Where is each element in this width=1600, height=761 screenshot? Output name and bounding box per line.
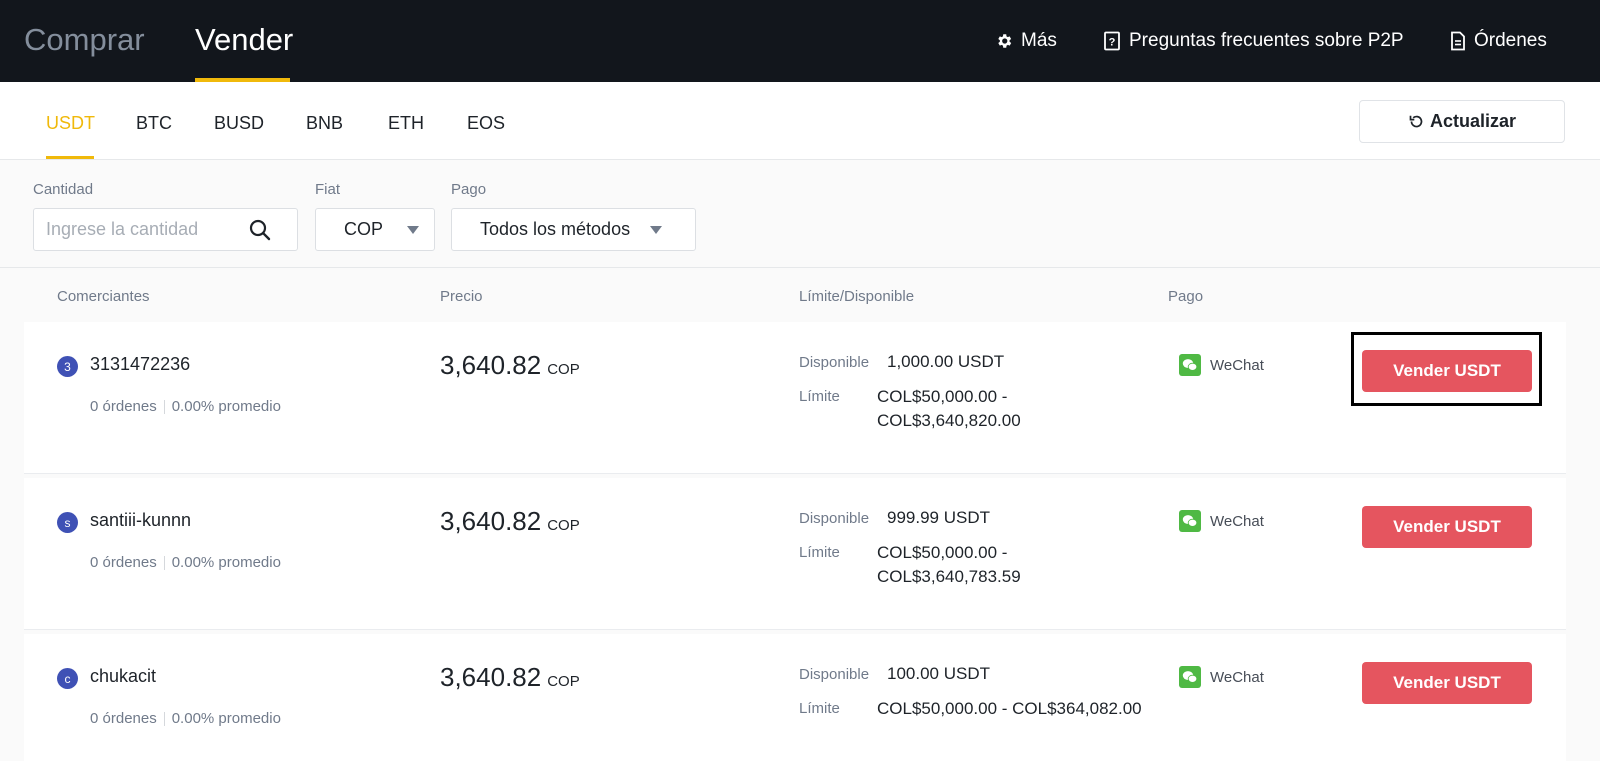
gear-icon <box>998 34 1012 48</box>
faq-link[interactable]: ? Preguntas frecuentes sobre P2P <box>1103 29 1404 53</box>
limit-label: Límite <box>799 388 840 405</box>
fiat-select[interactable]: COP <box>315 208 435 251</box>
table-row: 3 3131472236 0 órdenes 0.00% promedio 3,… <box>24 322 1566 474</box>
search-icon[interactable] <box>248 218 272 242</box>
payment-method: WeChat <box>1179 666 1264 688</box>
tab-usdt[interactable]: USDT <box>46 112 95 134</box>
limit-label: Límite <box>799 700 840 717</box>
fiat-value: COP <box>344 219 384 239</box>
document-icon <box>1451 31 1465 51</box>
price: 3,640.82 COP <box>440 350 580 381</box>
divider <box>163 711 165 726</box>
top-navbar: Comprar Vender Más ? Preguntas frecuente… <box>0 0 1600 82</box>
refresh-button[interactable]: Actualizar <box>1359 100 1565 143</box>
price-currency: COP <box>547 361 580 378</box>
header-payment: Pago <box>1168 288 1204 305</box>
faq-icon: ? <box>1104 31 1120 51</box>
avatar: c <box>57 668 78 689</box>
orders-label: Órdenes <box>1474 30 1547 51</box>
payment-method-label: WeChat <box>1210 356 1264 374</box>
price-value: 3,640.82 <box>440 506 542 536</box>
limit-line-2: COL$3,640,820.00 <box>877 411 1021 430</box>
available-value: 1,000.00 USDT <box>887 352 1005 371</box>
refresh-label: Actualizar <box>1429 111 1517 131</box>
header-limit: Límite/Disponible <box>799 288 915 305</box>
amount-field <box>33 208 298 251</box>
sell-usdt-button[interactable]: Vender USDT <box>1362 350 1532 392</box>
price-value: 3,640.82 <box>440 350 542 380</box>
price-currency: COP <box>547 517 580 534</box>
price: 3,640.82 COP <box>440 506 580 537</box>
available-label: Disponible <box>799 354 870 371</box>
price-currency: COP <box>547 673 580 690</box>
chevron-down-icon <box>407 225 420 234</box>
payment-method-label: WeChat <box>1210 668 1264 686</box>
payment-method-label: WeChat <box>1210 512 1264 530</box>
payment-filter-label: Pago <box>451 181 487 198</box>
svg-text:?: ? <box>1109 37 1116 49</box>
merchant-name[interactable]: chukacit <box>90 666 156 687</box>
sell-usdt-button[interactable]: Vender USDT <box>1362 662 1532 704</box>
tab-bnb[interactable]: BNB <box>306 112 343 134</box>
payment-select[interactable]: Todos los métodos <box>451 208 696 251</box>
faq-label: Preguntas frecuentes sobre P2P <box>1129 30 1404 51</box>
available-value: 999.99 USDT <box>887 508 990 527</box>
refresh-icon <box>1409 115 1423 127</box>
payment-filter-value: Todos los métodos <box>480 219 631 239</box>
tab-btc[interactable]: BTC <box>136 112 172 134</box>
price-value: 3,640.82 <box>440 662 542 692</box>
header-merchants: Comerciantes <box>57 288 150 305</box>
payment-method: WeChat <box>1179 354 1264 376</box>
active-tab-indicator <box>46 156 94 159</box>
merchant-stats: 0 órdenes 0.00% promedio <box>90 398 281 415</box>
wechat-icon <box>1179 354 1201 376</box>
limit-line-1: COL$50,000.00 - <box>877 387 1008 406</box>
table-row: c chukacit 0 órdenes 0.00% promedio 3,64… <box>24 634 1566 761</box>
chevron-down-icon <box>650 225 663 234</box>
limit-label: Límite <box>799 544 840 561</box>
table-header: Comerciantes Precio Límite/Disponible Pa… <box>0 268 1600 322</box>
price: 3,640.82 COP <box>440 662 580 693</box>
available-value: 100.00 USDT <box>887 664 990 683</box>
payment-method: WeChat <box>1179 510 1264 532</box>
available-label: Disponible <box>799 666 870 683</box>
more-label: Más <box>1021 30 1057 51</box>
amount-label: Cantidad <box>33 181 94 198</box>
completion-rate: 0.00% promedio <box>171 398 281 415</box>
wechat-icon <box>1179 510 1201 532</box>
avatar: 3 <box>57 356 78 377</box>
available-label: Disponible <box>799 510 870 527</box>
order-count: 0 órdenes <box>90 554 157 571</box>
header-price: Precio <box>440 288 483 305</box>
table-row: s santiii-kunnn 0 órdenes 0.00% promedio… <box>24 478 1566 630</box>
merchant-name[interactable]: santiii-kunnn <box>90 510 191 531</box>
sell-tab[interactable]: Vender <box>195 22 293 58</box>
filters-bar: Cantidad Fiat COP Pago Todos los métodos <box>0 161 1600 268</box>
limit-line-2: COL$3,640,783.59 <box>877 567 1021 586</box>
limit-line-1: COL$50,000.00 - <box>877 543 1008 562</box>
amount-input[interactable] <box>34 219 244 240</box>
tab-busd[interactable]: BUSD <box>214 112 264 134</box>
buy-tab[interactable]: Comprar <box>24 22 145 58</box>
merchant-stats: 0 órdenes 0.00% promedio <box>90 554 281 571</box>
orders-link[interactable]: Órdenes <box>1450 29 1547 53</box>
completion-rate: 0.00% promedio <box>171 554 281 571</box>
limit-line-1: COL$50,000.00 - COL$364,082.00 <box>877 699 1142 718</box>
fiat-label: Fiat <box>315 181 341 198</box>
divider <box>163 555 165 570</box>
order-count: 0 órdenes <box>90 710 157 727</box>
merchant-stats: 0 órdenes 0.00% promedio <box>90 710 281 727</box>
completion-rate: 0.00% promedio <box>171 710 281 727</box>
tab-eos[interactable]: EOS <box>467 112 505 134</box>
sell-usdt-button[interactable]: Vender USDT <box>1362 506 1532 548</box>
asset-tabs-bar: USDT BTC BUSD BNB ETH EOS Actualizar <box>0 82 1600 160</box>
merchant-name[interactable]: 3131472236 <box>90 354 190 375</box>
more-menu[interactable]: Más <box>995 29 1057 53</box>
tab-eth[interactable]: ETH <box>388 112 424 134</box>
order-count: 0 órdenes <box>90 398 157 415</box>
wechat-icon <box>1179 666 1201 688</box>
divider <box>163 399 165 414</box>
avatar: s <box>57 512 78 533</box>
